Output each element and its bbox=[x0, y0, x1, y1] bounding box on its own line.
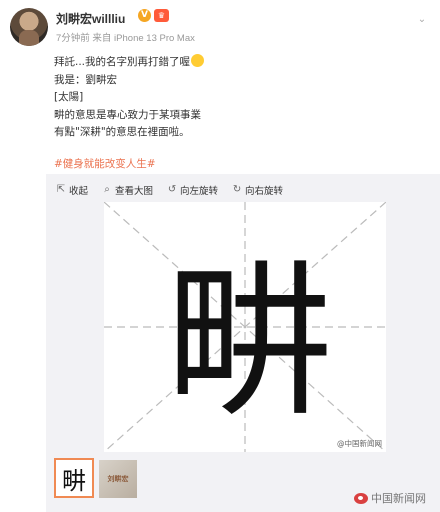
post-line-3: [太陽] bbox=[54, 91, 84, 103]
chinese-character: 畊 bbox=[165, 243, 333, 440]
weibo-logo-icon bbox=[354, 492, 368, 504]
chevron-down-icon[interactable]: ⌄ bbox=[416, 14, 428, 26]
search-icon: ⌕ bbox=[104, 184, 110, 195]
verified-badge-icon: V bbox=[138, 9, 151, 22]
rotate-left-button[interactable]: ↺ 向左旋转 bbox=[167, 183, 219, 198]
image-gallery: ⇱ 收起 ⌕ 查看大图 ↺ 向左旋转 ↻ 向右旋转 畊 @中国新闻网 畊 刘畊宏 bbox=[46, 174, 440, 512]
post-line-2: 我是：劉畊宏 bbox=[54, 73, 117, 86]
collect-button[interactable]: ⇱ 收起 bbox=[56, 183, 89, 198]
image-toolbar: ⇱ 收起 ⌕ 查看大图 ↺ 向左旋转 ↻ 向右旋转 bbox=[56, 182, 283, 198]
post-meta: 7分钟前 来自 iPhone 13 Pro Max bbox=[56, 33, 195, 44]
username[interactable]: 刘畊宏willliu bbox=[56, 10, 125, 27]
rotate-left-icon: ↺ bbox=[167, 184, 177, 195]
sweat-smile-emoji-icon bbox=[191, 54, 205, 67]
view-large-label: 查看大图 bbox=[115, 186, 154, 197]
collapse-icon: ⇱ bbox=[56, 184, 66, 195]
thumbnail-2-text: 刘畊宏 bbox=[107, 475, 129, 483]
hashtag-link[interactable]: #健身就能改变人生# bbox=[54, 156, 156, 171]
thumbnail-1[interactable]: 畊 bbox=[54, 458, 94, 498]
rotate-right-icon: ↻ bbox=[232, 184, 242, 195]
avatar[interactable] bbox=[10, 8, 48, 46]
image-watermark: @中国新闻网 bbox=[337, 439, 382, 448]
thumbnail-2[interactable]: 刘畊宏 bbox=[99, 460, 137, 498]
post-line-1: 拜託...我的名字別再打錯了喔 bbox=[54, 54, 424, 72]
user-badges: V ♛ bbox=[138, 9, 169, 22]
site-watermark: 中国新闻网 bbox=[354, 490, 426, 506]
rotate-left-label: 向左旋转 bbox=[180, 186, 219, 197]
collect-label: 收起 bbox=[69, 186, 89, 197]
post-text: 拜託...我的名字別再打錯了喔 我是：劉畊宏 [太陽] 畊的意思是專心致力于某項… bbox=[54, 54, 424, 142]
post-line-5: 有點"深耕"的意思在裡面啦。 bbox=[54, 126, 190, 138]
post-image[interactable]: 畊 @中国新闻网 bbox=[104, 202, 386, 452]
rotate-right-label: 向右旋转 bbox=[245, 186, 284, 197]
watermark-text: 中国新闻网 bbox=[371, 492, 426, 505]
post-line-4: 畊的意思是專心致力于某項事業 bbox=[54, 108, 201, 121]
post-header: 刘畊宏willliu V ♛ 7分钟前 来自 iPhone 13 Pro Max… bbox=[10, 6, 430, 48]
rotate-right-button[interactable]: ↻ 向右旋转 bbox=[232, 183, 284, 198]
vip-badge-icon: ♛ bbox=[154, 9, 169, 22]
view-large-button[interactable]: ⌕ 查看大图 bbox=[102, 183, 154, 198]
